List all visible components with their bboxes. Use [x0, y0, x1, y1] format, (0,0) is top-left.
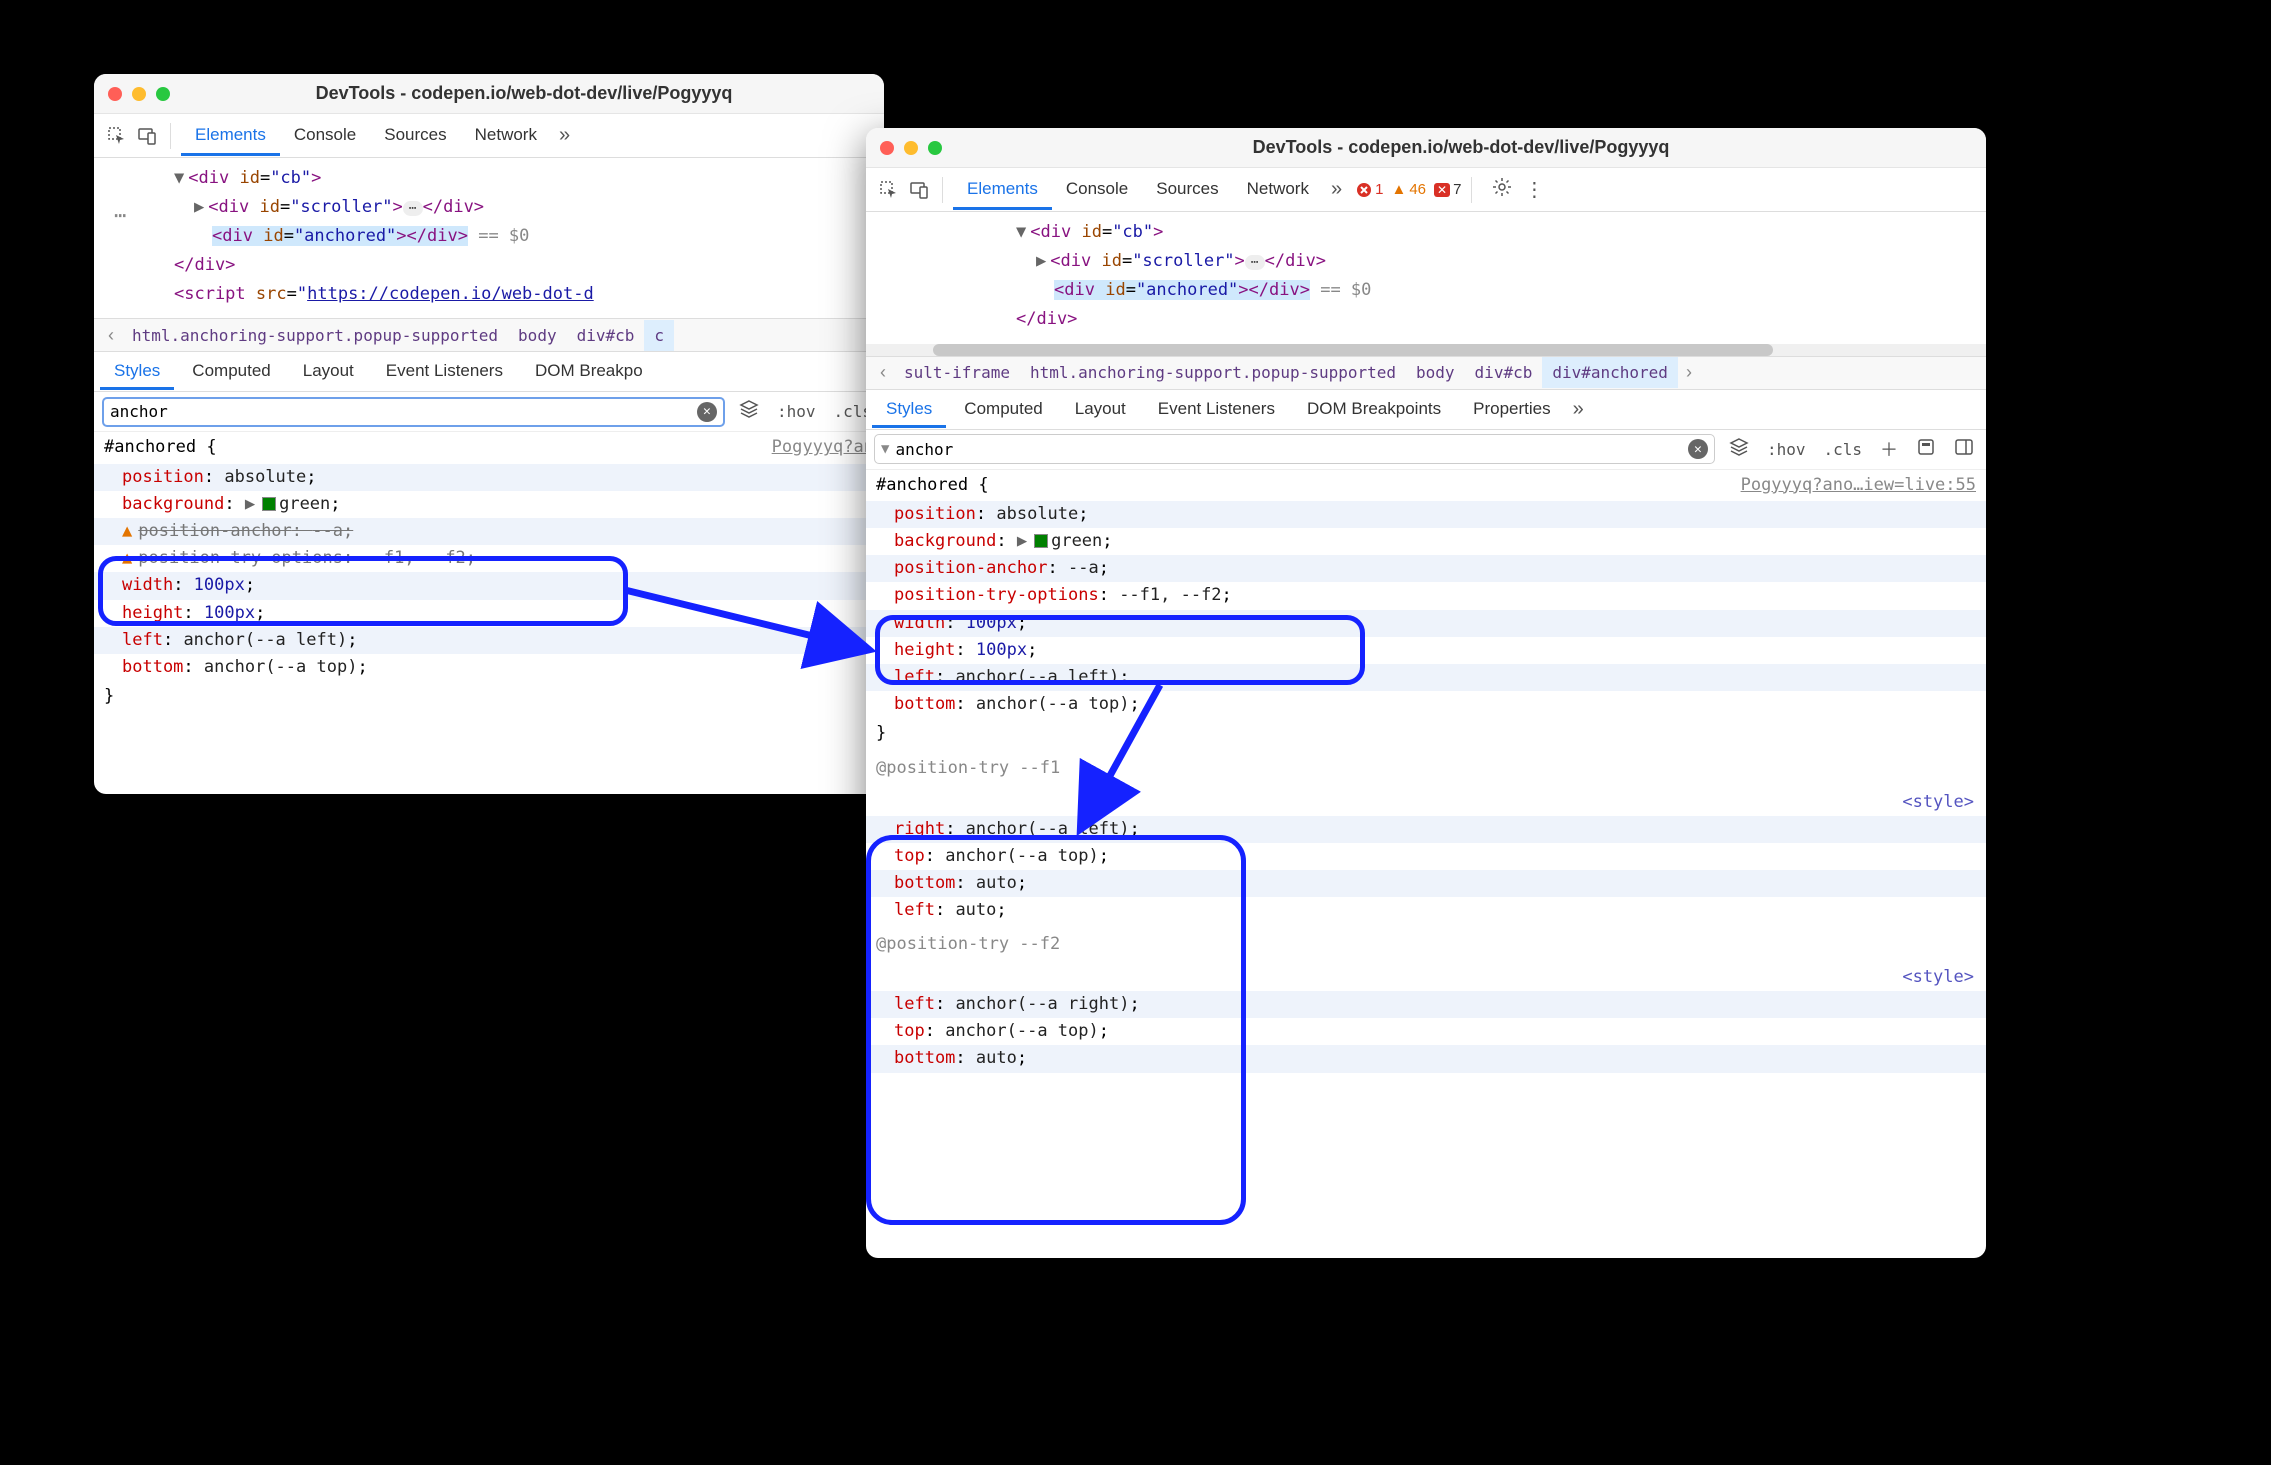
breadcrumb-item[interactable]: html.anchoring-support.popup-supported	[122, 320, 508, 351]
at-rule-header: @position-try --f1	[866, 749, 1986, 788]
clear-filter-icon[interactable]: ✕	[1688, 439, 1708, 459]
funnel-icon: ▼	[881, 441, 889, 457]
inspect-icon[interactable]	[876, 177, 902, 203]
traffic-lights	[880, 141, 942, 155]
issue-badges[interactable]: 1 ▲46 ✕7	[1356, 181, 1461, 198]
dom-tree[interactable]: ⋯ ▼<div id="cb"> ▶<div id="scroller">⋯</…	[94, 158, 884, 318]
toggle-sidebar-icon[interactable]	[1950, 437, 1978, 462]
gear-icon[interactable]	[1492, 177, 1512, 203]
styles-panel[interactable]: #anchored {Pogyyyq?an position: absolute…	[94, 432, 884, 712]
tab-computed[interactable]: Computed	[950, 391, 1056, 428]
breadcrumb-item[interactable]: div#cb	[1465, 357, 1543, 388]
main-tabs: Elements Console Sources Network	[181, 115, 551, 156]
rule-selector: #anchored {	[876, 472, 989, 499]
styles-panel[interactable]: #anchored {Pogyyyq?ano…iew=live:55 posit…	[866, 470, 1986, 1073]
source-link[interactable]: Pogyyyq?ano…iew=live:55	[1741, 472, 1976, 499]
tab-dom-breakpoints[interactable]: DOM Breakpoints	[1293, 391, 1455, 428]
source-link[interactable]: <style>	[1902, 967, 1974, 987]
titlebar[interactable]: DevTools - codepen.io/web-dot-dev/live/P…	[94, 74, 884, 114]
minimize-icon[interactable]	[904, 141, 918, 155]
titlebar[interactable]: DevTools - codepen.io/web-dot-dev/live/P…	[866, 128, 1986, 168]
filter-input[interactable]: ▼ anchor ✕	[874, 434, 1715, 464]
source-link[interactable]: <style>	[1902, 792, 1974, 812]
breadcrumb-item[interactable]: html.anchoring-support.popup-supported	[1020, 357, 1406, 388]
more-tabs-icon[interactable]: »	[1569, 398, 1588, 421]
separator	[170, 123, 171, 149]
filter-bar: anchor ✕ :hov .cls	[94, 392, 884, 432]
tab-console[interactable]: Console	[280, 115, 370, 156]
filter-bar: ▼ anchor ✕ :hov .cls ＋	[866, 430, 1986, 470]
hov-toggle[interactable]: :hov	[773, 402, 820, 421]
main-tabs: Elements Console Sources Network	[953, 169, 1323, 210]
breadcrumb-item[interactable]: div#cb	[567, 320, 645, 351]
filter-input[interactable]: anchor ✕	[102, 397, 725, 427]
horizontal-scrollbar[interactable]	[866, 344, 1986, 356]
color-swatch-icon[interactable]	[1034, 534, 1048, 548]
window-title: DevTools - codepen.io/web-dot-dev/live/P…	[178, 83, 870, 104]
zoom-icon[interactable]	[928, 141, 942, 155]
tab-computed[interactable]: Computed	[178, 353, 284, 390]
tab-properties[interactable]: Properties	[1459, 391, 1564, 428]
breadcrumb-item[interactable]: body	[508, 320, 567, 351]
styles-tabs: Styles Computed Layout Event Listeners D…	[94, 352, 884, 392]
ellipsis-icon: ⋯	[114, 198, 127, 232]
layers-icon[interactable]	[735, 399, 763, 424]
layers-icon[interactable]	[1725, 437, 1753, 462]
device-toggle-icon[interactable]	[906, 177, 932, 203]
kebab-menu-icon[interactable]: ⋮	[1524, 177, 1544, 202]
tab-layout[interactable]: Layout	[1061, 391, 1140, 428]
styles-tabs: Styles Computed Layout Event Listeners D…	[866, 390, 1986, 430]
tab-elements[interactable]: Elements	[181, 115, 280, 156]
traffic-lights	[108, 87, 170, 101]
warning-icon: ▲	[122, 521, 132, 541]
inspect-icon[interactable]	[104, 123, 130, 149]
breadcrumb-prev-icon[interactable]: ‹	[100, 325, 122, 346]
breadcrumb-item[interactable]: sult-iframe	[894, 357, 1020, 388]
more-tabs-icon[interactable]: »	[1327, 178, 1346, 201]
devtools-window-before: DevTools - codepen.io/web-dot-dev/live/P…	[94, 74, 884, 794]
source-link[interactable]: Pogyyyq?an	[772, 434, 874, 461]
tab-event-listeners[interactable]: Event Listeners	[372, 353, 517, 390]
main-toolbar: Elements Console Sources Network » 1 ▲46…	[866, 168, 1986, 212]
breadcrumb-item-selected[interactable]: c	[644, 320, 674, 351]
at-rule-header: @position-try --f2	[866, 925, 1986, 964]
tab-event-listeners[interactable]: Event Listeners	[1144, 391, 1289, 428]
tab-layout[interactable]: Layout	[289, 353, 368, 390]
breadcrumb-next-icon[interactable]: ›	[1678, 362, 1700, 383]
clear-filter-icon[interactable]: ✕	[697, 402, 717, 422]
close-icon[interactable]	[880, 141, 894, 155]
dom-tree[interactable]: ▼<div id="cb"> ▶<div id="scroller">⋯</di…	[866, 212, 1986, 344]
tab-sources[interactable]: Sources	[370, 115, 460, 156]
minimize-icon[interactable]	[132, 87, 146, 101]
tab-network[interactable]: Network	[1233, 169, 1323, 210]
color-swatch-icon[interactable]	[262, 497, 276, 511]
tab-console[interactable]: Console	[1052, 169, 1142, 210]
more-tabs-icon[interactable]: »	[555, 124, 574, 147]
breadcrumb: ‹ html.anchoring-support.popup-supported…	[94, 318, 884, 352]
tab-styles[interactable]: Styles	[100, 353, 174, 390]
breadcrumb: ‹ sult-iframe html.anchoring-support.pop…	[866, 356, 1986, 390]
breadcrumb-item-selected[interactable]: div#anchored	[1542, 357, 1678, 388]
cls-toggle[interactable]: .cls	[1819, 440, 1866, 459]
breadcrumb-item[interactable]: body	[1406, 357, 1465, 388]
tab-network[interactable]: Network	[461, 115, 551, 156]
zoom-icon[interactable]	[156, 87, 170, 101]
device-toggle-icon[interactable]	[134, 123, 160, 149]
devtools-window-after: DevTools - codepen.io/web-dot-dev/live/P…	[866, 128, 1986, 1258]
hov-toggle[interactable]: :hov	[1763, 440, 1810, 459]
tab-styles[interactable]: Styles	[872, 391, 946, 428]
rule-selector: #anchored {	[104, 434, 217, 461]
new-style-rule-icon[interactable]: ＋	[1876, 436, 1902, 462]
main-toolbar: Elements Console Sources Network »	[94, 114, 884, 158]
computed-styles-icon[interactable]	[1912, 437, 1940, 462]
tab-elements[interactable]: Elements	[953, 169, 1052, 210]
tab-sources[interactable]: Sources	[1142, 169, 1232, 210]
window-title: DevTools - codepen.io/web-dot-dev/live/P…	[950, 137, 1972, 158]
tab-dom-breakpoints[interactable]: DOM Breakpo	[521, 353, 657, 390]
close-icon[interactable]	[108, 87, 122, 101]
warning-icon: ▲	[122, 548, 132, 568]
breadcrumb-prev-icon[interactable]: ‹	[872, 362, 894, 383]
